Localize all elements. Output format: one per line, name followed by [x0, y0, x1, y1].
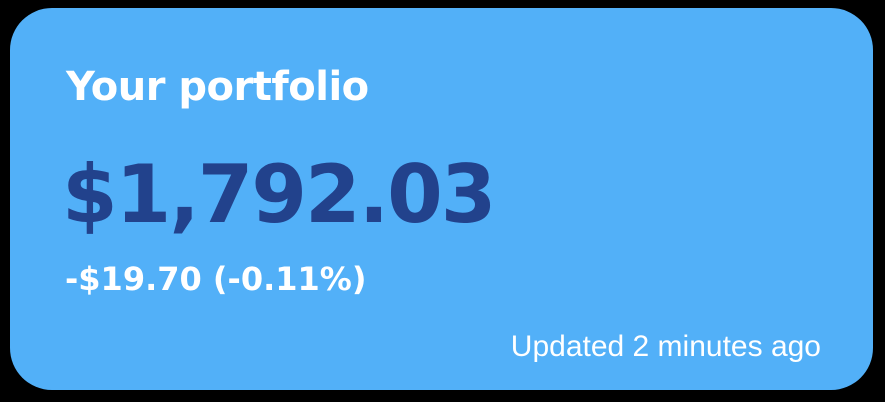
portfolio-change: -$19.70 (-0.11%) — [65, 260, 367, 298]
portfolio-value: $1,792.03 — [62, 148, 496, 241]
portfolio-widget[interactable]: Your portfolio $1,792.03 -$19.70 (-0.11%… — [10, 8, 873, 390]
portfolio-title: Your portfolio — [66, 64, 369, 110]
last-updated-label: Updated 2 minutes ago — [510, 330, 821, 363]
